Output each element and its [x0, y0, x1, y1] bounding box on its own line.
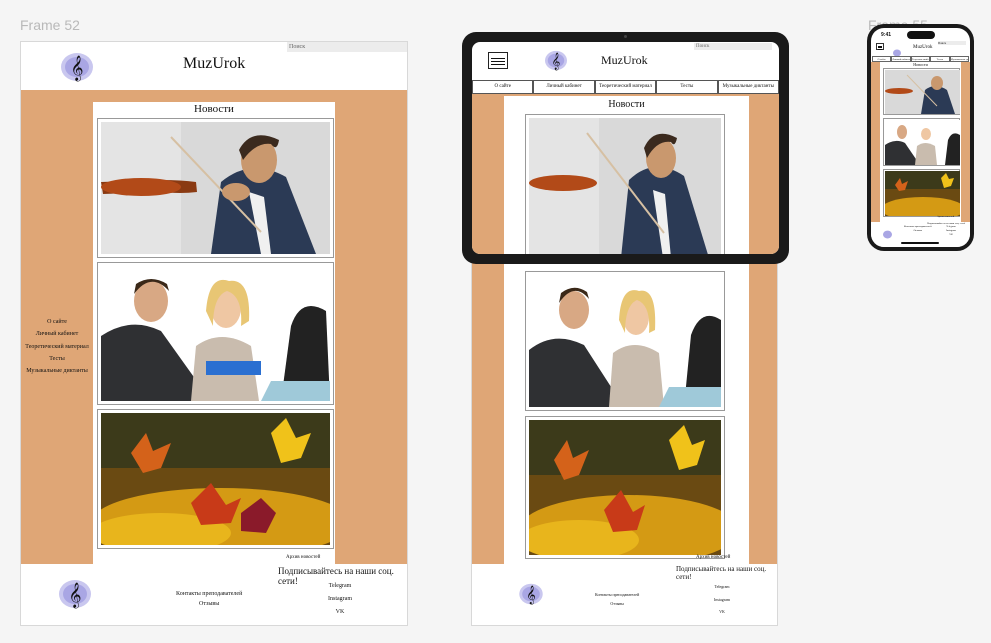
news-card[interactable]	[883, 169, 960, 217]
reviews-link[interactable]: Отзывы	[904, 229, 932, 233]
search-input[interactable]: Поиск	[694, 43, 772, 50]
hamburger-menu-icon[interactable]	[876, 43, 884, 51]
footer-links: Контакты преподавателей Отзывы	[904, 225, 932, 233]
svg-text:𝄞: 𝄞	[70, 55, 83, 81]
news-title: Новости	[608, 99, 645, 110]
vk-link[interactable]: VK	[321, 606, 359, 619]
news-card[interactable]	[97, 409, 334, 549]
news-card[interactable]	[97, 118, 334, 258]
archive-link[interactable]: Архив новостей	[937, 215, 954, 218]
phone-device: 9:41 Поиск MuzUrok О сайте Личный кабине…	[867, 24, 974, 251]
frame-label-desktop: Frame 52	[20, 17, 80, 33]
violinist-photo	[885, 70, 960, 114]
phone-screen: 9:41 Поиск MuzUrok О сайте Личный кабине…	[871, 28, 970, 247]
instagram-link[interactable]: Instagram	[321, 593, 359, 606]
subscribe-text: Подписывайтесь на наши соц. сети!	[676, 565, 767, 581]
autumn-leaves-photo	[529, 420, 721, 555]
svg-text:𝄞: 𝄞	[68, 582, 81, 608]
nav-item-theory[interactable]: Теоретический материал	[594, 80, 657, 94]
search-input[interactable]: Поиск	[938, 41, 966, 45]
status-time: 9:41	[881, 32, 892, 38]
tablet-screen: Поиск 𝄞 MuzUrok О сайте Личный кабинет Т…	[472, 42, 779, 254]
contacts-link[interactable]: Контакты преподавателей	[595, 590, 639, 599]
site-body: О сайте Личный кабинет Теоретический мат…	[21, 90, 407, 564]
nav-item-tests[interactable]: Тесты	[656, 80, 718, 94]
site-brand[interactable]: MuzUrok	[913, 45, 932, 50]
archive-link[interactable]: Архив новостей	[696, 555, 730, 560]
treble-clef-logo-icon[interactable]: 𝄞	[519, 583, 543, 610]
news-card[interactable]	[525, 416, 725, 559]
treble-clef-logo-icon[interactable]: 𝄞	[61, 52, 93, 87]
treble-clef-logo-icon[interactable]: 𝄞	[545, 50, 567, 76]
sidebar-nav: О сайте Личный кабинет Теоретический мат…	[21, 316, 93, 377]
telegram-link[interactable]: Telegram	[707, 581, 737, 594]
news-section: Новости Архив новостей	[93, 102, 335, 564]
social-links: Telegram Instagram VK	[321, 580, 359, 619]
social-links: Telegram Instagram VK	[946, 225, 956, 237]
treble-clef-logo-icon[interactable]: 𝄞	[59, 579, 91, 614]
search-input[interactable]: Поиск	[287, 42, 407, 52]
nav-item-about[interactable]: О сайте	[21, 316, 93, 328]
nav-item-account[interactable]: Личный кабинет	[533, 80, 595, 94]
site-footer: Подписывайтесь на наши соц. сети! 𝄞 Конт…	[21, 564, 407, 625]
dynamic-island	[907, 31, 935, 39]
autumn-leaves-photo	[101, 413, 330, 545]
camera-icon	[624, 35, 627, 38]
archive-link[interactable]: Архив новостей	[286, 555, 320, 560]
reviews-link[interactable]: Отзывы	[176, 599, 242, 609]
nav-item-about[interactable]: О сайте	[472, 80, 534, 94]
treble-clef-logo-icon[interactable]	[883, 226, 892, 244]
news-title: Новости	[913, 62, 928, 67]
site-header: Поиск 𝄞 MuzUrok	[21, 42, 407, 90]
autumn-leaves-photo	[885, 171, 960, 216]
site-footer: Подписывайтесь на наши соц. сети! 𝄞 Конт…	[472, 564, 777, 625]
svg-text:𝄞: 𝄞	[552, 52, 561, 70]
meeting-photo	[101, 266, 330, 401]
site-body: Новости Архив новостей	[871, 62, 970, 222]
telegram-link[interactable]: Telegram	[321, 580, 359, 593]
news-card[interactable]	[883, 118, 960, 166]
desktop-frame: Поиск 𝄞 MuzUrok О сайте Личный кабинет Т…	[20, 41, 408, 626]
news-title: Новости	[194, 103, 234, 115]
violinist-photo	[101, 122, 330, 254]
contacts-link[interactable]: Контакты преподавателей	[176, 589, 242, 599]
news-card[interactable]	[525, 114, 725, 254]
top-nav: О сайте Личный кабинет Теоретический мат…	[472, 80, 779, 94]
vk-link[interactable]: VK	[707, 606, 737, 619]
news-card[interactable]	[97, 262, 334, 405]
news-card[interactable]	[883, 68, 960, 115]
nav-item-tests[interactable]: Тесты	[21, 353, 93, 365]
nav-item-theory[interactable]: Теоретический материал	[21, 341, 93, 353]
site-body: Новости	[472, 94, 779, 254]
news-section: Новости	[504, 96, 749, 254]
nav-item-account[interactable]: Личный кабинет	[21, 328, 93, 340]
news-card[interactable]	[525, 271, 725, 411]
reviews-link[interactable]: Отзывы	[595, 599, 639, 608]
svg-text:𝄞: 𝄞	[526, 585, 536, 605]
instagram-link[interactable]: Instagram	[707, 594, 737, 607]
violinist-photo	[529, 118, 721, 254]
nav-item-dictations[interactable]: Музыкальные диктанты	[21, 365, 93, 377]
nav-item-dictations[interactable]: Музыкальные диктанты	[717, 80, 779, 94]
vk-link[interactable]: VK	[946, 233, 956, 237]
footer-links: Контакты преподавателей Отзывы	[595, 590, 639, 608]
site-brand[interactable]: MuzUrok	[601, 53, 648, 68]
footer-links: Контакты преподавателей Отзывы	[176, 589, 242, 609]
meeting-photo	[885, 120, 960, 165]
meeting-photo	[529, 275, 721, 407]
hamburger-menu-icon[interactable]	[488, 52, 508, 69]
news-section: Новости Архив новостей	[880, 62, 961, 222]
tablet-device: Поиск 𝄞 MuzUrok О сайте Личный кабинет Т…	[462, 32, 789, 264]
social-links: Telegram Instagram VK	[707, 581, 737, 619]
home-indicator	[901, 242, 939, 244]
site-brand[interactable]: MuzUrok	[183, 55, 245, 73]
